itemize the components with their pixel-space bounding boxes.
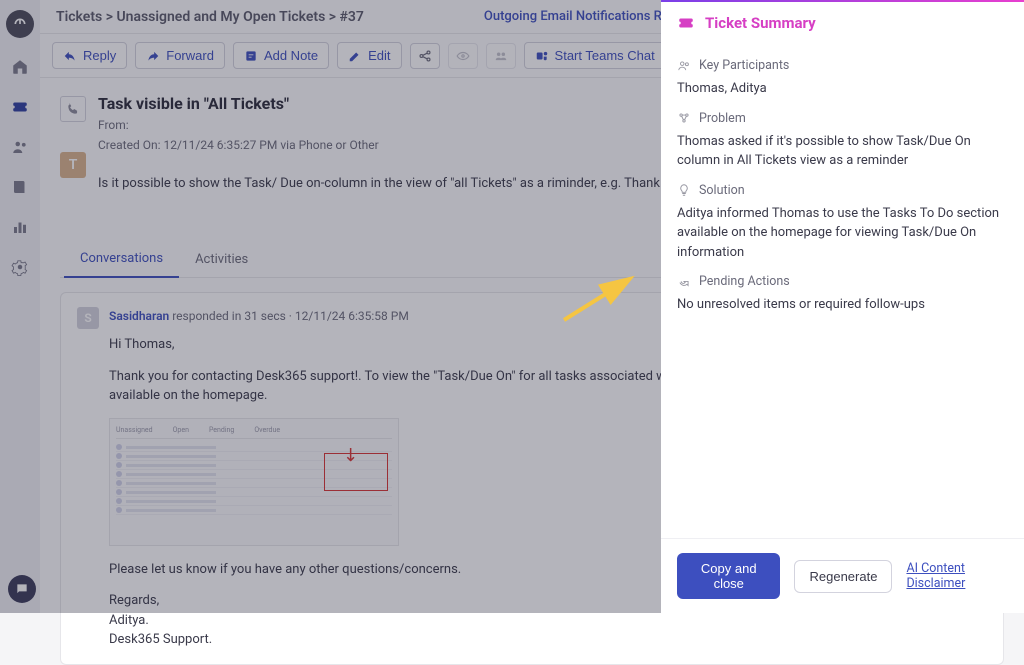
solution-icon <box>677 183 691 197</box>
participants-text: Thomas, Aditya <box>677 79 1008 99</box>
ticket-summary-panel: Ticket Summary Key Participants Thomas, … <box>661 0 1024 613</box>
pending-text: No unresolved items or required follow-u… <box>677 295 1008 315</box>
participants-icon <box>677 59 691 73</box>
solution-text: Aditya informed Thomas to use the Tasks … <box>677 204 1008 263</box>
copy-close-button[interactable]: Copy and close <box>677 553 780 599</box>
panel-title: Ticket Summary <box>705 14 816 32</box>
conv-sign3: Desk365 Support. <box>109 630 987 650</box>
ai-disclaimer-link[interactable]: AI Content Disclaimer <box>906 561 1008 591</box>
problem-text: Thomas asked if it's possible to show Ta… <box>677 132 1008 171</box>
problem-icon <box>677 111 691 125</box>
regenerate-button[interactable]: Regenerate <box>794 560 892 593</box>
solution-head: Solution <box>699 183 745 198</box>
ticket-icon <box>677 14 695 32</box>
problem-head: Problem <box>699 111 746 126</box>
pending-icon <box>677 275 691 289</box>
participants-head: Key Participants <box>699 58 789 73</box>
conv-sign2: Aditya. <box>109 611 987 631</box>
pending-head: Pending Actions <box>699 274 790 289</box>
